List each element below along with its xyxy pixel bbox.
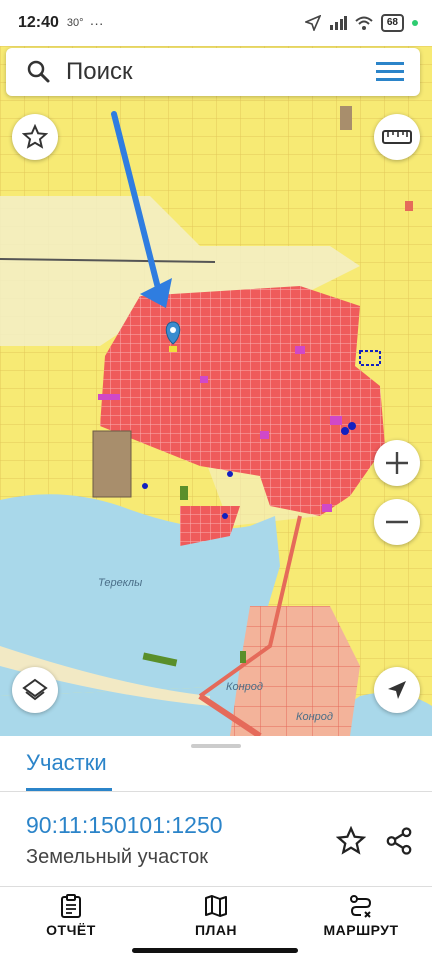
plan-button[interactable]: ПЛАН [161,894,271,938]
location-arrow-icon [304,15,321,31]
channel-label-2: Конрод [296,711,333,723]
parcel-type: Земельный участок [26,846,209,868]
share-icon[interactable] [384,826,414,856]
star-icon [22,124,48,149]
status-bar: 12:40 30° ··· 68 [0,0,432,46]
status-more: ··· [89,15,104,31]
my-location-button[interactable] [374,667,420,713]
report-button[interactable]: ОТЧЁТ [16,894,126,938]
status-icons: 68 [304,14,418,32]
channel-label-1: Конрод [226,681,263,693]
tab-plots[interactable]: Участки [26,750,107,776]
favorite-star-icon[interactable] [336,826,366,856]
home-indicator[interactable] [132,948,298,953]
report-label: ОТЧЁТ [46,922,96,938]
measure-button[interactable] [374,114,420,160]
divider [0,791,432,792]
cadastral-map[interactable]: Тереклы Конрод Конрод [0,46,432,736]
cadastral-number[interactable]: 90:11:150101:1250 [26,812,223,839]
status-time: 12:40 [18,14,59,31]
navigation-icon [388,681,406,699]
signal-icon [329,16,347,30]
status-temperature: 30° [66,17,84,29]
route-button[interactable]: МАРШРУТ [306,894,416,938]
active-dot-icon [412,20,418,26]
plan-label: ПЛАН [194,922,238,938]
map-icon [205,895,227,917]
search-bar[interactable]: Поиск [6,48,420,96]
village-label: Тереклы [98,577,142,589]
menu-icon[interactable] [376,62,404,82]
ruler-icon [382,130,412,144]
search-input[interactable]: Поиск [66,58,133,86]
wifi-icon [355,16,373,30]
search-icon[interactable] [26,59,52,85]
route-label: МАРШРУТ [323,922,399,938]
parcel-sheet: Участки 90:11:150101:1250 Земельный учас… [0,736,432,960]
layers-button[interactable] [12,667,58,713]
battery-level: 68 [380,14,404,32]
zoom-in-icon [386,452,408,474]
zoom-in-button[interactable] [374,440,420,486]
route-icon [350,895,372,918]
layers-icon [22,678,48,701]
divider [0,886,432,887]
map-canvas[interactable]: Тереклы Конрод Конрод [0,46,432,736]
zoom-out-icon [386,520,408,524]
sheet-drag-handle[interactable] [191,744,241,748]
favorites-button[interactable] [12,114,58,160]
zoom-out-button[interactable] [374,499,420,545]
clipboard-icon [61,894,81,918]
